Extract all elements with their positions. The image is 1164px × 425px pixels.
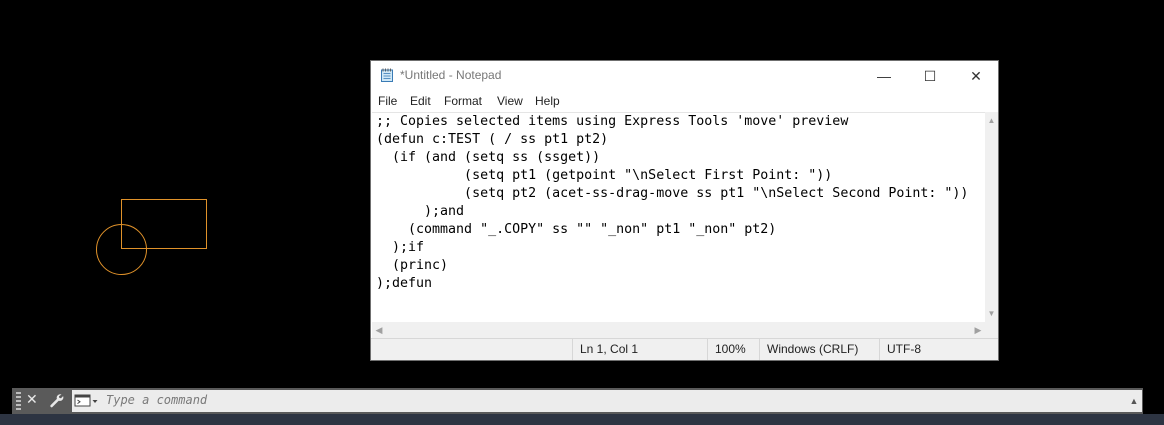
menu-file[interactable]: File (378, 94, 397, 108)
code-line: );and (376, 204, 465, 219)
close-button[interactable]: ✕ (953, 61, 999, 91)
maximize-icon: ☐ (923, 67, 937, 84)
status-line-ending: Windows (CRLF) (759, 339, 879, 360)
scroll-up-icon[interactable]: ▲ (985, 114, 998, 127)
code-line: );if (376, 240, 425, 255)
code-line: (princ) (376, 258, 449, 273)
code-line: (setq pt1 (getpoint "\nSelect First Poin… (376, 168, 833, 183)
close-command-line-icon[interactable]: ✕ (26, 391, 38, 408)
code-line: );defun (376, 276, 433, 291)
scroll-right-icon[interactable]: ▶ (971, 322, 985, 338)
status-encoding: UTF-8 (879, 339, 998, 360)
cad-circle[interactable] (96, 224, 147, 275)
notepad-window: *Untitled - Notepad — ☐ ✕ File Edit Form… (370, 60, 999, 361)
text-editor[interactable]: ;; Copies selected items using Express T… (372, 112, 985, 323)
window-title: *Untitled - Notepad (400, 68, 502, 82)
drag-grip-icon[interactable] (16, 392, 21, 410)
code-line: (if (and (setq ss (ssget)) (376, 150, 601, 165)
notepad-titlebar[interactable]: *Untitled - Notepad — ☐ ✕ (371, 61, 998, 91)
code-line: ;; Copies selected items using Express T… (376, 114, 849, 129)
close-icon: ✕ (970, 67, 982, 84)
command-line-bar: ✕ Type a command ▲ (12, 388, 1143, 414)
scroll-left-icon[interactable]: ◀ (372, 322, 386, 338)
bottom-status-strip (0, 414, 1164, 425)
code-line: (command "_.COPY" ss "" "_non" pt1 "_non… (376, 222, 777, 237)
menu-help[interactable]: Help (535, 94, 560, 108)
status-zoom: 100% (707, 339, 759, 360)
menu-view[interactable]: View (497, 94, 523, 108)
maximize-button[interactable]: ☐ (907, 61, 953, 91)
status-position: Ln 1, Col 1 (572, 339, 707, 360)
scrollbar-corner (985, 322, 998, 338)
scroll-down-icon[interactable]: ▼ (985, 307, 998, 320)
menu-edit[interactable]: Edit (410, 94, 431, 108)
command-prompt-icon[interactable] (74, 393, 100, 409)
minimize-icon: — (877, 68, 891, 84)
command-placeholder: Type a command (106, 393, 208, 407)
notepad-icon (381, 68, 393, 82)
command-history-arrow-icon[interactable]: ▲ (1128, 393, 1140, 409)
code-line: (defun c:TEST ( / ss pt1 pt2) (376, 132, 609, 147)
minimize-button[interactable]: — (861, 61, 907, 91)
status-bar: Ln 1, Col 1 100% Windows (CRLF) UTF-8 (371, 338, 998, 360)
menu-format[interactable]: Format (444, 94, 482, 108)
wrench-icon[interactable] (48, 392, 64, 410)
vertical-scrollbar[interactable]: ▲ ▼ (985, 112, 998, 322)
code-line: (setq pt2 (acet-ss-drag-move ss pt1 "\nS… (376, 186, 969, 201)
command-input[interactable]: Type a command ▲ (72, 390, 1142, 412)
menu-bar: File Edit Format View Help (371, 91, 998, 111)
horizontal-scrollbar[interactable]: ◀ ▶ (372, 322, 985, 338)
